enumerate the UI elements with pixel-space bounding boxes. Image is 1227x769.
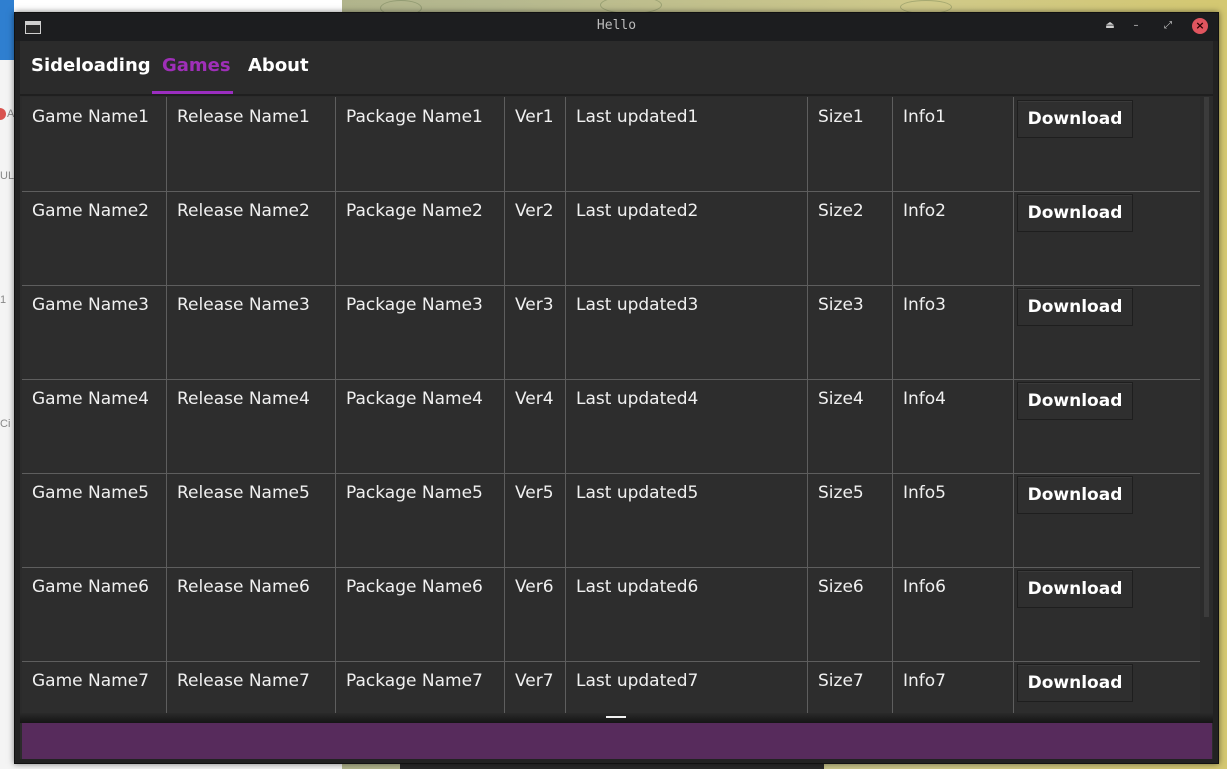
info-cell: Info7: [893, 661, 1014, 713]
table-row[interactable]: Game Name1 Release Name1 Package Name1 Ver1…: [22, 97, 1200, 192]
package-name-cell: Package Name2: [336, 191, 505, 285]
title-bar[interactable]: Hello ⏏ – ⤢ ×: [15, 13, 1218, 41]
version-cell: Ver1: [505, 97, 566, 191]
size-cell: Size1: [808, 97, 893, 191]
release-name-cell: Release Name6: [167, 567, 336, 661]
package-name-cell: Package Name4: [336, 379, 505, 473]
info-cell: Info2: [893, 191, 1014, 285]
download-button[interactable]: Download: [1017, 664, 1133, 702]
background-text: UL: [0, 170, 15, 182]
last-updated-cell: Last updated3: [566, 285, 808, 379]
info-cell: Info4: [893, 379, 1014, 473]
last-updated-cell: Last updated7: [566, 661, 808, 713]
download-button[interactable]: Download: [1017, 194, 1133, 232]
window-content: Sideloading Games About Game Name1 Releas…: [20, 41, 1213, 759]
release-name-cell: Release Name4: [167, 379, 336, 473]
release-name-cell: Release Name7: [167, 661, 336, 713]
close-icon[interactable]: ×: [1192, 18, 1208, 34]
package-name-cell: Package Name5: [336, 473, 505, 567]
version-cell: Ver4: [505, 379, 566, 473]
scrollbar-thumb[interactable]: [1204, 97, 1209, 617]
package-name-cell: Package Name6: [336, 567, 505, 661]
package-name-cell: Package Name1: [336, 97, 505, 191]
info-cell: Info1: [893, 97, 1014, 191]
restore-icon[interactable]: ⤢: [1160, 18, 1176, 34]
release-name-cell: Release Name3: [167, 285, 336, 379]
background-text: Ci: [0, 418, 11, 430]
game-name-cell: Game Name3: [22, 285, 167, 379]
size-cell: Size7: [808, 661, 893, 713]
size-cell: Size6: [808, 567, 893, 661]
size-cell: Size2: [808, 191, 893, 285]
version-cell: Ver2: [505, 191, 566, 285]
last-updated-cell: Last updated5: [566, 473, 808, 567]
table-row[interactable]: Game Name7 Release Name7 Package Name7 Ver7…: [22, 661, 1200, 713]
window-title: Hello: [596, 18, 637, 33]
download-button[interactable]: Download: [1017, 476, 1133, 514]
table-row[interactable]: Game Name3 Release Name3 Package Name3 Ver3…: [22, 285, 1200, 380]
game-name-cell: Game Name7: [22, 661, 167, 713]
size-cell: Size5: [808, 473, 893, 567]
package-name-cell: Package Name7: [336, 661, 505, 713]
tab-separator: [20, 94, 1213, 96]
version-cell: Ver3: [505, 285, 566, 379]
vertical-scrollbar[interactable]: [1202, 97, 1211, 713]
background-text: 1: [0, 294, 7, 306]
game-name-cell: Game Name1: [22, 97, 167, 191]
table-row[interactable]: Game Name2 Release Name2 Package Name2 Ver2…: [22, 191, 1200, 286]
version-cell: Ver5: [505, 473, 566, 567]
last-updated-cell: Last updated4: [566, 379, 808, 473]
app-window: Hello ⏏ – ⤢ × Sideloading Games About Ga…: [14, 12, 1219, 764]
info-cell: Info3: [893, 285, 1014, 379]
game-name-cell: Game Name4: [22, 379, 167, 473]
panel-splitter[interactable]: [20, 713, 1213, 723]
release-name-cell: Release Name2: [167, 191, 336, 285]
tab-games[interactable]: Games: [162, 55, 231, 76]
download-button[interactable]: Download: [1017, 382, 1133, 420]
bottom-panel: [22, 723, 1212, 759]
download-button[interactable]: Download: [1017, 100, 1133, 138]
games-table: Game Name1 Release Name1 Package Name1 Ver1…: [22, 97, 1200, 713]
table-row[interactable]: Game Name6 Release Name6 Package Name6 Ver6…: [22, 567, 1200, 662]
background-app-accent: [0, 0, 14, 60]
table-row[interactable]: Game Name4 Release Name4 Package Name4 Ver4…: [22, 379, 1200, 474]
table-row[interactable]: Game Name5 Release Name5 Package Name5 Ver5…: [22, 473, 1200, 568]
eject-icon[interactable]: ⏏: [1102, 18, 1118, 34]
background-badge: [0, 108, 6, 120]
info-cell: Info5: [893, 473, 1014, 567]
version-cell: Ver7: [505, 661, 566, 713]
download-button[interactable]: Download: [1017, 288, 1133, 326]
last-updated-cell: Last updated1: [566, 97, 808, 191]
game-name-cell: Game Name5: [22, 473, 167, 567]
last-updated-cell: Last updated6: [566, 567, 808, 661]
size-cell: Size4: [808, 379, 893, 473]
tab-sideloading[interactable]: Sideloading: [31, 55, 151, 76]
tab-about[interactable]: About: [248, 55, 309, 76]
download-button[interactable]: Download: [1017, 570, 1133, 608]
game-name-cell: Game Name2: [22, 191, 167, 285]
tab-bar: Sideloading Games About: [20, 41, 1213, 95]
release-name-cell: Release Name1: [167, 97, 336, 191]
game-name-cell: Game Name6: [22, 567, 167, 661]
splitter-handle[interactable]: [606, 716, 626, 718]
last-updated-cell: Last updated2: [566, 191, 808, 285]
version-cell: Ver6: [505, 567, 566, 661]
minimize-icon[interactable]: –: [1128, 18, 1144, 34]
package-name-cell: Package Name3: [336, 285, 505, 379]
info-cell: Info6: [893, 567, 1014, 661]
size-cell: Size3: [808, 285, 893, 379]
release-name-cell: Release Name5: [167, 473, 336, 567]
